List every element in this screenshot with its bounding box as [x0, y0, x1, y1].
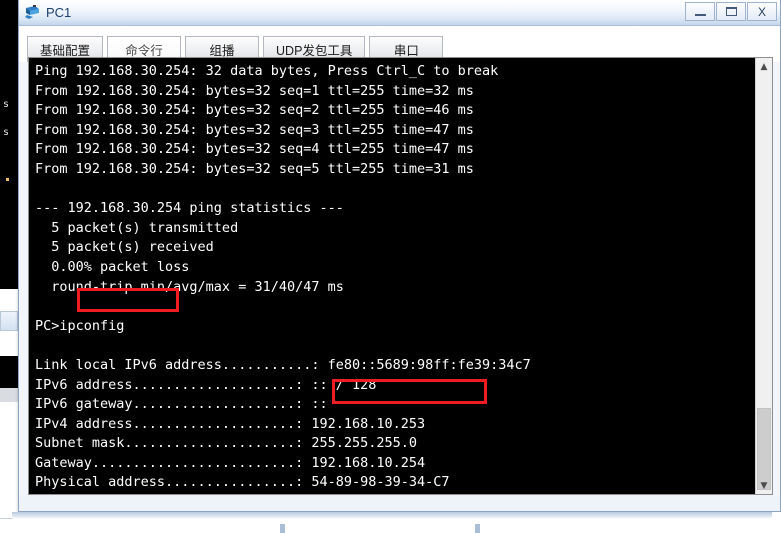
terminal-line-command: PC>ipconfig — [35, 317, 125, 334]
terminal-line: 5 packet(s) received — [35, 239, 214, 256]
terminal-line: Subnet mask.....................: 255.25… — [35, 435, 418, 452]
scroll-up-icon[interactable]: ▲ — [756, 58, 772, 75]
terminal-line: Gateway.........................: 192.16… — [35, 454, 426, 471]
terminal-line: From 192.168.30.254: bytes=32 seq=3 ttl=… — [35, 121, 474, 138]
terminal-line: DNS server......................: — [35, 493, 755, 494]
window-titlebar[interactable]: PC1 X — [19, 0, 780, 26]
pc1-window[interactable]: PC1 X 基础配置 命令行 组播 UDP发包工具 串口 Ping 192.16… — [18, 0, 781, 512]
terminal-line: --- 192.168.30.254 ping statistics --- — [35, 200, 344, 217]
window-title: PC1 — [46, 5, 72, 20]
terminal-line: IPv4 address....................: 192.16… — [35, 415, 426, 432]
terminal-line: IPv6 gateway....................: :: — [35, 396, 328, 413]
terminal-line: round-trip min/avg/max = 31/40/47 ms — [35, 278, 344, 295]
window-outer-bottom — [0, 512, 781, 533]
minimize-button[interactable] — [685, 2, 715, 21]
terminal-line: 5 packet(s) transmitted — [35, 219, 239, 236]
window-bottom-chrome — [19, 495, 780, 511]
terminal-line: From 192.168.30.254: bytes=32 seq=2 ttl=… — [35, 102, 474, 119]
terminal-line: Link local IPv6 address...........: fe80… — [35, 356, 531, 373]
terminal-line: 0.00% packet loss — [35, 258, 190, 275]
pc-device-icon — [24, 4, 41, 21]
terminal-output[interactable]: Ping 192.168.30.254: 32 data bytes, Pres… — [29, 58, 755, 494]
terminal-line: From 192.168.30.254: bytes=32 seq=1 ttl=… — [35, 82, 474, 99]
scroll-down-icon[interactable]: ▼ — [756, 477, 772, 494]
background-window[interactable]: s s 类 — [0, 0, 18, 533]
window-controls[interactable]: X — [685, 2, 777, 21]
background-glyph-s1: s — [3, 99, 10, 110]
close-button[interactable]: X — [747, 2, 777, 21]
background-glyph-s2: s — [3, 127, 10, 138]
terminal-line: From 192.168.30.254: bytes=32 seq=5 ttl=… — [35, 160, 474, 177]
terminal-panel[interactable]: Ping 192.168.30.254: 32 data bytes, Pres… — [28, 57, 773, 495]
terminal-line: Physical address................: 54-89-… — [35, 474, 450, 491]
terminal-line: From 192.168.30.254: bytes=32 seq=4 ttl=… — [35, 141, 474, 158]
terminal-line: IPv6 address....................: :: / 1… — [35, 376, 377, 393]
terminal-line: Ping 192.168.30.254: 32 data bytes, Pres… — [35, 63, 499, 79]
terminal-vertical-scrollbar[interactable]: ▲ ▼ — [755, 58, 772, 494]
maximize-button[interactable] — [716, 2, 746, 21]
